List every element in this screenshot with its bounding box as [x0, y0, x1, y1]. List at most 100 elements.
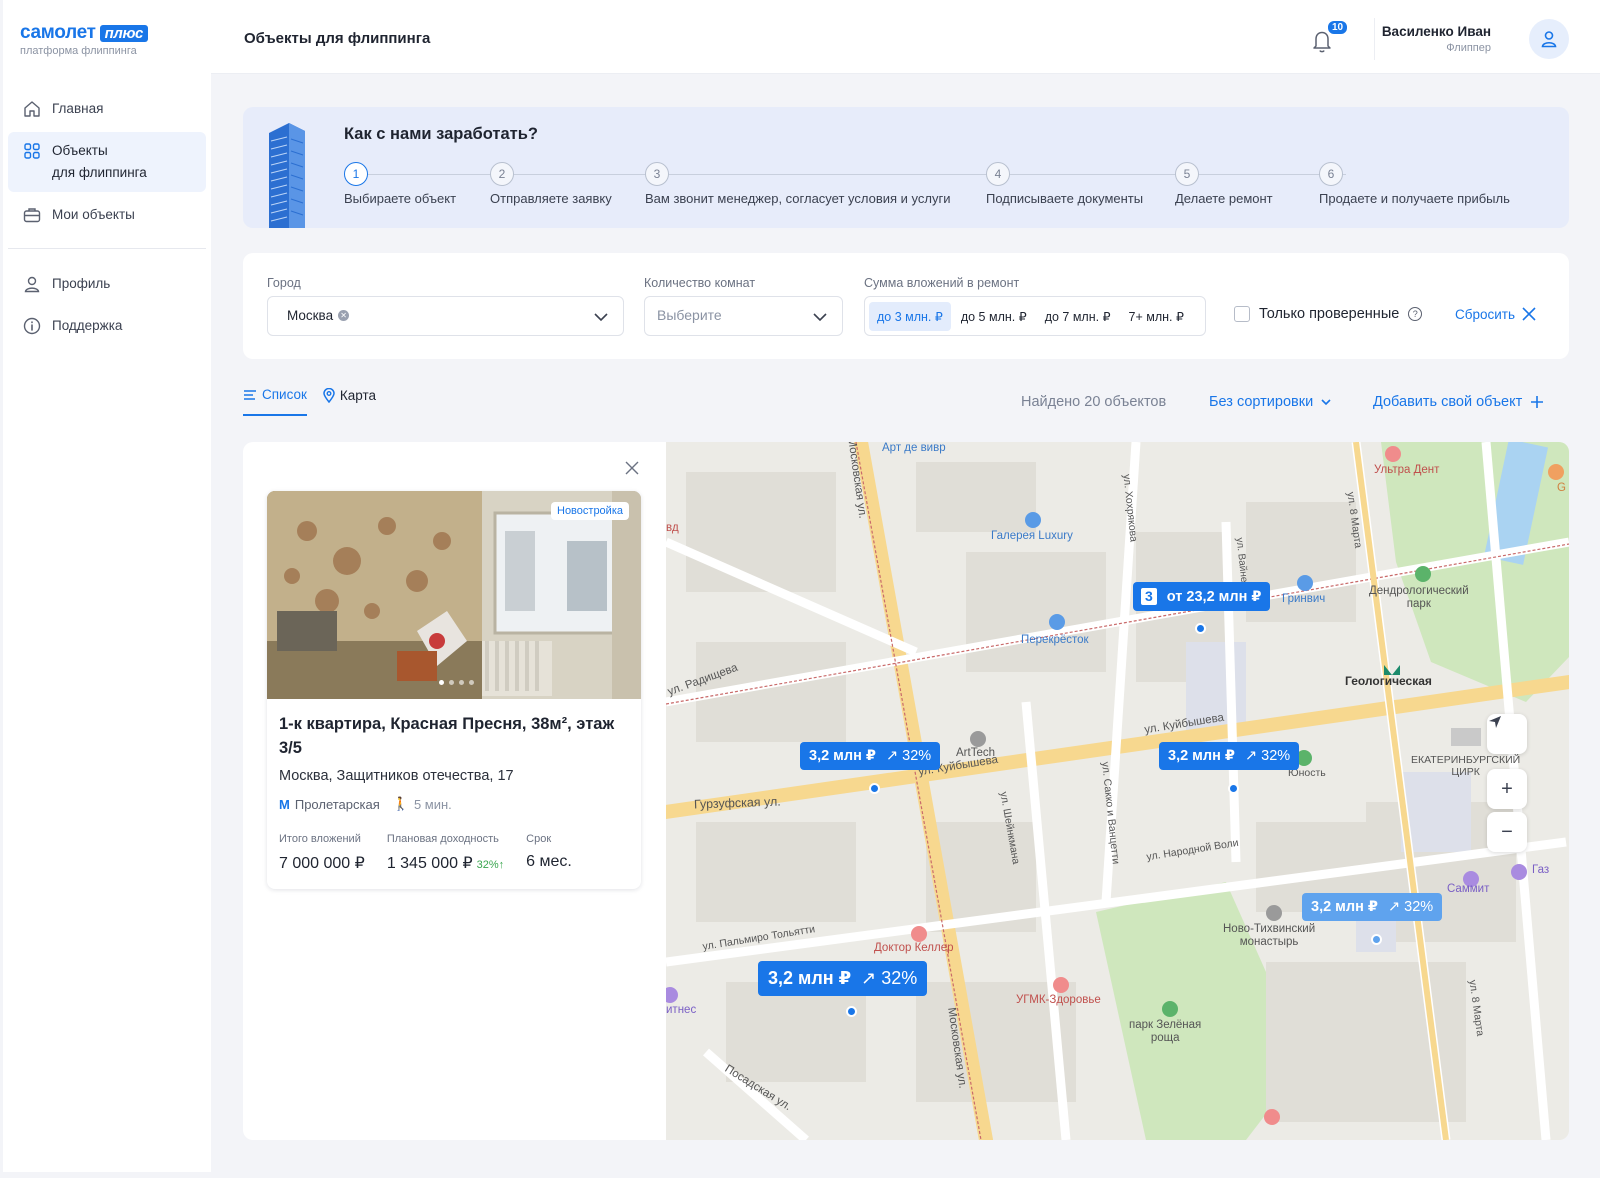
map-label: парк Зелёная роща [1129, 1019, 1202, 1044]
property-title[interactable]: 1-к квартира, Красная Пресня, 38м², этаж… [279, 712, 624, 760]
map-marker-price[interactable]: 3,2 млн ₽ ↗ 32% [1302, 893, 1443, 921]
sidebar-item-label: Главная [52, 101, 104, 116]
brand-name: самолет [20, 22, 96, 43]
step-label: Отправляете заявку [490, 191, 612, 206]
marker-percent: ↗ 32% [1388, 899, 1434, 915]
rooms-placeholder: Выберите [657, 307, 722, 323]
tab-label: Список [262, 387, 307, 402]
photo-dot[interactable] [449, 680, 454, 685]
sum-option-7m[interactable]: до 7 млн. ₽ [1037, 302, 1119, 331]
zoom-in-button[interactable]: + [1487, 769, 1527, 809]
property-metro: M Пролетарская 🚶 5 мин. [279, 796, 452, 812]
results-panel: Новостройка 1-к квартира, Красная Пресня… [243, 442, 1569, 1140]
map-pin[interactable] [1228, 783, 1239, 794]
map-pin[interactable] [846, 1006, 857, 1017]
step-1: 1 Выбираете объект [344, 162, 456, 206]
map-label: Перекрёсток [1021, 634, 1089, 646]
notification-badge: 10 [1326, 19, 1350, 36]
sidebar-item-flipping[interactable]: Объекты для флиппинга [8, 132, 206, 192]
chevron-down-icon [1321, 399, 1331, 406]
map-label: ArtTech [956, 747, 995, 759]
list-icon [244, 389, 256, 400]
help-icon[interactable]: ? [1408, 307, 1423, 321]
photo-dot[interactable] [459, 680, 464, 685]
how-to-earn-banner: Как с нами заработать? 1 Выбираете объек… [243, 107, 1569, 228]
sidebar-item-profile[interactable]: Профиль [8, 265, 206, 303]
stat-value: 6 мес. [526, 853, 572, 870]
step-label: Выбираете объект [344, 191, 457, 206]
map-label: УГМК-Здоровье [1016, 994, 1101, 1006]
user-name[interactable]: Василенко Иван [1382, 24, 1491, 39]
sum-option-7plus[interactable]: 7+ млн. ₽ [1121, 302, 1192, 331]
sidebar-item-support[interactable]: Поддержка [8, 307, 206, 345]
add-object-button[interactable]: Добавить свой объект [1373, 394, 1544, 410]
avatar[interactable] [1529, 19, 1569, 59]
brand-plus: плюс [99, 24, 149, 42]
map-pin[interactable] [1371, 934, 1382, 945]
map-canvas [666, 442, 1569, 1140]
sidebar-divider [8, 248, 206, 249]
reset-button[interactable]: Сбросить [1455, 306, 1537, 322]
property-card[interactable]: Новостройка 1-к квартира, Красная Пресня… [267, 491, 641, 889]
tab-map[interactable]: Карта [323, 387, 376, 416]
map-label: Газ [1532, 864, 1550, 876]
city-label: Город [267, 276, 301, 290]
map-pin[interactable] [869, 783, 880, 794]
user-icon [1541, 31, 1557, 48]
user-icon [24, 276, 40, 293]
sidebar-item-label: Поддержка [52, 318, 123, 333]
photo-dot[interactable] [469, 680, 474, 685]
city-select[interactable]: Москва ✕ [267, 296, 624, 336]
map-marker-price[interactable]: 3,2 млн ₽ ↗ 32% [1159, 742, 1300, 770]
map-label: Дендрологический парк [1369, 585, 1469, 610]
map-label: Арт де вивр [882, 442, 946, 454]
stat-label: Срок [526, 833, 552, 845]
brand-logo[interactable]: самолет плюс платформа флиппинга [20, 22, 149, 57]
property-photo[interactable]: Новостройка [267, 491, 641, 699]
map-label: Доктор Келлер [874, 942, 954, 954]
sum-option-3m[interactable]: до 3 млн. ₽ [869, 301, 951, 331]
map-label: Ново-Тихвинский монастырь [1223, 923, 1316, 948]
clear-city-icon[interactable]: ✕ [338, 310, 350, 321]
zoom-out-button[interactable]: − [1487, 812, 1527, 852]
locate-button[interactable] [1487, 714, 1527, 754]
chevron-down-icon [594, 313, 608, 322]
stat-profit: Плановая доходность 1 345 000 ₽32%↑ [387, 833, 504, 873]
sidebar-item-my-objects[interactable]: Мои объекты [8, 196, 206, 234]
close-icon[interactable] [624, 460, 640, 476]
rooms-select[interactable]: Выберите [644, 296, 843, 336]
metro-icon: M [279, 796, 290, 812]
map-marker-price[interactable]: 3,2 млн ₽ ↗ 32% [800, 742, 941, 770]
map-marker-cluster[interactable]: 3 от 23,2 млн ₽ [1133, 582, 1270, 611]
home-icon [24, 101, 40, 117]
city-value: Москва [287, 308, 334, 323]
marker-percent: ↗ 32% [861, 968, 918, 988]
map-marker-price-selected[interactable]: 3,2 млн ₽ ↗ 32% [758, 961, 928, 996]
top-header: Объекты для флиппинга 10 Василенко Иван … [211, 0, 1600, 74]
sidebar-item-home[interactable]: Главная [8, 90, 206, 128]
verified-checkbox[interactable] [1234, 306, 1250, 322]
sum-option-5m[interactable]: до 5 млн. ₽ [953, 302, 1035, 331]
marker-percent: ↗ 32% [1245, 748, 1291, 764]
tab-list[interactable]: Список [243, 387, 307, 416]
sort-dropdown[interactable]: Без сортировки [1209, 394, 1332, 410]
marker-price: 3,2 млн ₽ [768, 968, 852, 988]
marker-count: 3 [1141, 588, 1157, 605]
verified-only-toggle[interactable]: Только проверенные ? [1234, 306, 1423, 322]
map-pin[interactable] [1195, 623, 1206, 634]
map-label: Гринвич [1282, 593, 1326, 605]
step-6: 6 Продаете и получаете прибыль [1319, 162, 1510, 206]
verified-label: Только проверенные [1259, 306, 1400, 322]
stat-label: Плановая доходность [386, 833, 499, 845]
step-4: 4 Подписываете документы [986, 162, 1143, 206]
sidebar-item-label: Профиль [52, 276, 111, 291]
marker-price: 3,2 млн ₽ [809, 748, 876, 764]
stat-invest: Итого вложений 7 000 000 ₽ [279, 833, 365, 873]
map-label: итнес [666, 1004, 697, 1016]
step-number: 1 [344, 162, 368, 186]
property-stats: Итого вложений 7 000 000 ₽ Плановая дохо… [279, 833, 594, 873]
photo-pagination[interactable] [439, 680, 474, 685]
photo-dot[interactable] [439, 680, 444, 685]
briefcase-icon [23, 208, 41, 223]
map[interactable]: Арт де вивр Ультра Дент Галерея Luxury Г… [666, 442, 1569, 1140]
